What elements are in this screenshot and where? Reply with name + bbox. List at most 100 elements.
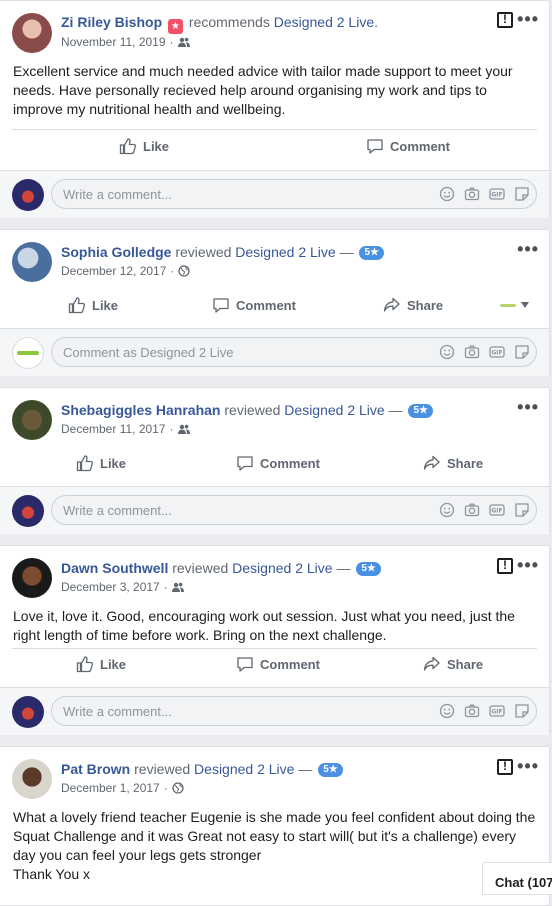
like-button[interactable]: Like — [76, 655, 126, 673]
emoji-icon[interactable] — [439, 344, 455, 360]
current-user-avatar[interactable] — [12, 495, 44, 527]
gif-icon[interactable]: GIF — [489, 344, 505, 360]
like-icon — [119, 138, 137, 155]
post-text: Excellent service and much needed advice… — [13, 63, 513, 117]
emoji-icon[interactable] — [439, 186, 455, 202]
comment-tools: GIF — [439, 344, 530, 360]
author-name[interactable]: Dawn Southwell — [61, 560, 168, 576]
comment-input[interactable]: Write a comment... GIF — [51, 179, 537, 209]
divider — [12, 648, 537, 649]
svg-text:GIF: GIF — [491, 350, 502, 357]
post-header: Dawn Southwell reviewed Designed 2 Live … — [61, 560, 381, 577]
avatar[interactable] — [12, 13, 52, 53]
post-card: Shebagiggles Hanrahan reviewed Designed … — [0, 387, 550, 534]
comment-input[interactable]: Write a comment... GIF — [51, 696, 537, 726]
post-text: Love it, love it. Good, encouraging work… — [13, 608, 515, 643]
globe-icon — [172, 782, 184, 794]
more-options-button[interactable]: ••• — [517, 756, 539, 777]
camera-icon[interactable] — [464, 344, 480, 360]
camera-icon[interactable] — [464, 703, 480, 719]
rating-badge: 5★ — [356, 562, 381, 577]
comment-tools: GIF — [439, 703, 530, 719]
page-avatar[interactable] — [12, 337, 44, 369]
sticker-icon[interactable] — [514, 502, 530, 518]
like-label: Like — [92, 297, 119, 313]
more-options-button[interactable]: ••• — [517, 555, 539, 576]
camera-icon[interactable] — [464, 186, 480, 202]
comment-button[interactable]: Comment — [366, 137, 450, 155]
comment-button[interactable]: Comment — [212, 296, 296, 314]
camera-icon[interactable] — [464, 502, 480, 518]
meta-separator: · — [170, 264, 175, 278]
more-options-button[interactable]: ••• — [517, 9, 539, 30]
like-button[interactable]: Like — [76, 454, 126, 472]
comment-input[interactable]: Write a comment... GIF — [51, 495, 537, 525]
rating-badge: 5★ — [318, 763, 343, 778]
comment-button[interactable]: Comment — [236, 655, 320, 673]
like-icon — [68, 297, 86, 314]
sticker-icon[interactable] — [514, 703, 530, 719]
post-date[interactable]: December 1, 2017 — [61, 781, 160, 795]
post-meta: November 11, 2019 · — [61, 35, 190, 49]
post-text-line: Thank You x — [13, 866, 91, 882]
post-date[interactable]: December 3, 2017 — [61, 580, 160, 594]
post-meta: December 12, 2017 · — [61, 264, 191, 278]
avatar[interactable] — [12, 558, 52, 598]
current-user-avatar[interactable] — [12, 179, 44, 211]
punctuation: . — [374, 14, 379, 30]
like-icon — [76, 455, 94, 472]
page-link[interactable]: Designed 2 Live — [232, 560, 332, 576]
svg-text:GIF: GIF — [491, 709, 502, 716]
sticker-icon[interactable] — [514, 344, 530, 360]
gif-icon[interactable]: GIF — [489, 703, 505, 719]
share-button[interactable]: Share — [423, 655, 483, 673]
more-options-button[interactable]: ••• — [517, 397, 539, 418]
post-date[interactable]: December 12, 2017 — [61, 264, 166, 278]
page-link[interactable]: Designed 2 Live — [284, 402, 384, 418]
page-selector-button[interactable] — [500, 299, 530, 313]
comment-placeholder: Comment as Designed 2 Live — [63, 345, 234, 360]
chat-tab[interactable]: Chat (107 — [482, 862, 552, 895]
emoji-icon[interactable] — [439, 703, 455, 719]
avatar[interactable] — [12, 242, 52, 282]
page-link[interactable]: Designed 2 Live — [235, 244, 335, 260]
dash: — — [336, 560, 351, 576]
share-icon — [383, 297, 400, 312]
page-link[interactable]: Designed 2 Live — [194, 761, 294, 777]
post-date[interactable]: November 11, 2019 — [61, 35, 166, 49]
comment-input[interactable]: Comment as Designed 2 Live GIF — [51, 337, 537, 367]
comment-label: Comment — [390, 138, 450, 154]
author-name[interactable]: Pat Brown — [61, 761, 130, 777]
action-verb: reviewed — [224, 402, 281, 418]
share-button[interactable]: Share — [423, 454, 483, 472]
emoji-icon[interactable] — [439, 502, 455, 518]
gif-icon[interactable]: GIF — [489, 502, 505, 518]
comment-label: Comment — [236, 297, 296, 313]
comment-button[interactable]: Comment — [236, 454, 320, 472]
report-icon[interactable] — [497, 759, 513, 775]
report-icon[interactable] — [497, 12, 513, 28]
sticker-icon[interactable] — [514, 186, 530, 202]
more-options-button[interactable]: ••• — [517, 239, 539, 260]
report-icon[interactable] — [497, 558, 513, 574]
page-link[interactable]: Designed 2 Live — [274, 14, 374, 30]
like-button[interactable]: Like — [68, 296, 118, 314]
author-name[interactable]: Shebagiggles Hanrahan — [61, 402, 220, 418]
like-button[interactable]: Like — [119, 137, 169, 155]
meta-separator: · — [163, 781, 168, 795]
globe-icon — [178, 265, 191, 277]
post-card: Dawn Southwell reviewed Designed 2 Live … — [0, 545, 550, 735]
post-date[interactable]: December 11, 2017 — [61, 422, 166, 436]
share-button[interactable]: Share — [383, 296, 443, 314]
author-name[interactable]: Sophia Golledge — [61, 244, 171, 260]
dash: — — [298, 761, 313, 777]
avatar[interactable] — [12, 759, 52, 799]
comment-label: Comment — [260, 455, 320, 471]
author-name[interactable]: Zi Riley Bishop — [61, 14, 162, 30]
comment-composer: Comment as Designed 2 Live GIF — [0, 328, 549, 376]
gif-icon[interactable]: GIF — [489, 186, 505, 202]
avatar[interactable] — [12, 400, 52, 440]
current-user-avatar[interactable] — [12, 696, 44, 728]
post-header: Zi Riley Bishop ★ recommends Designed 2 … — [61, 14, 378, 34]
friends-icon — [171, 582, 184, 592]
